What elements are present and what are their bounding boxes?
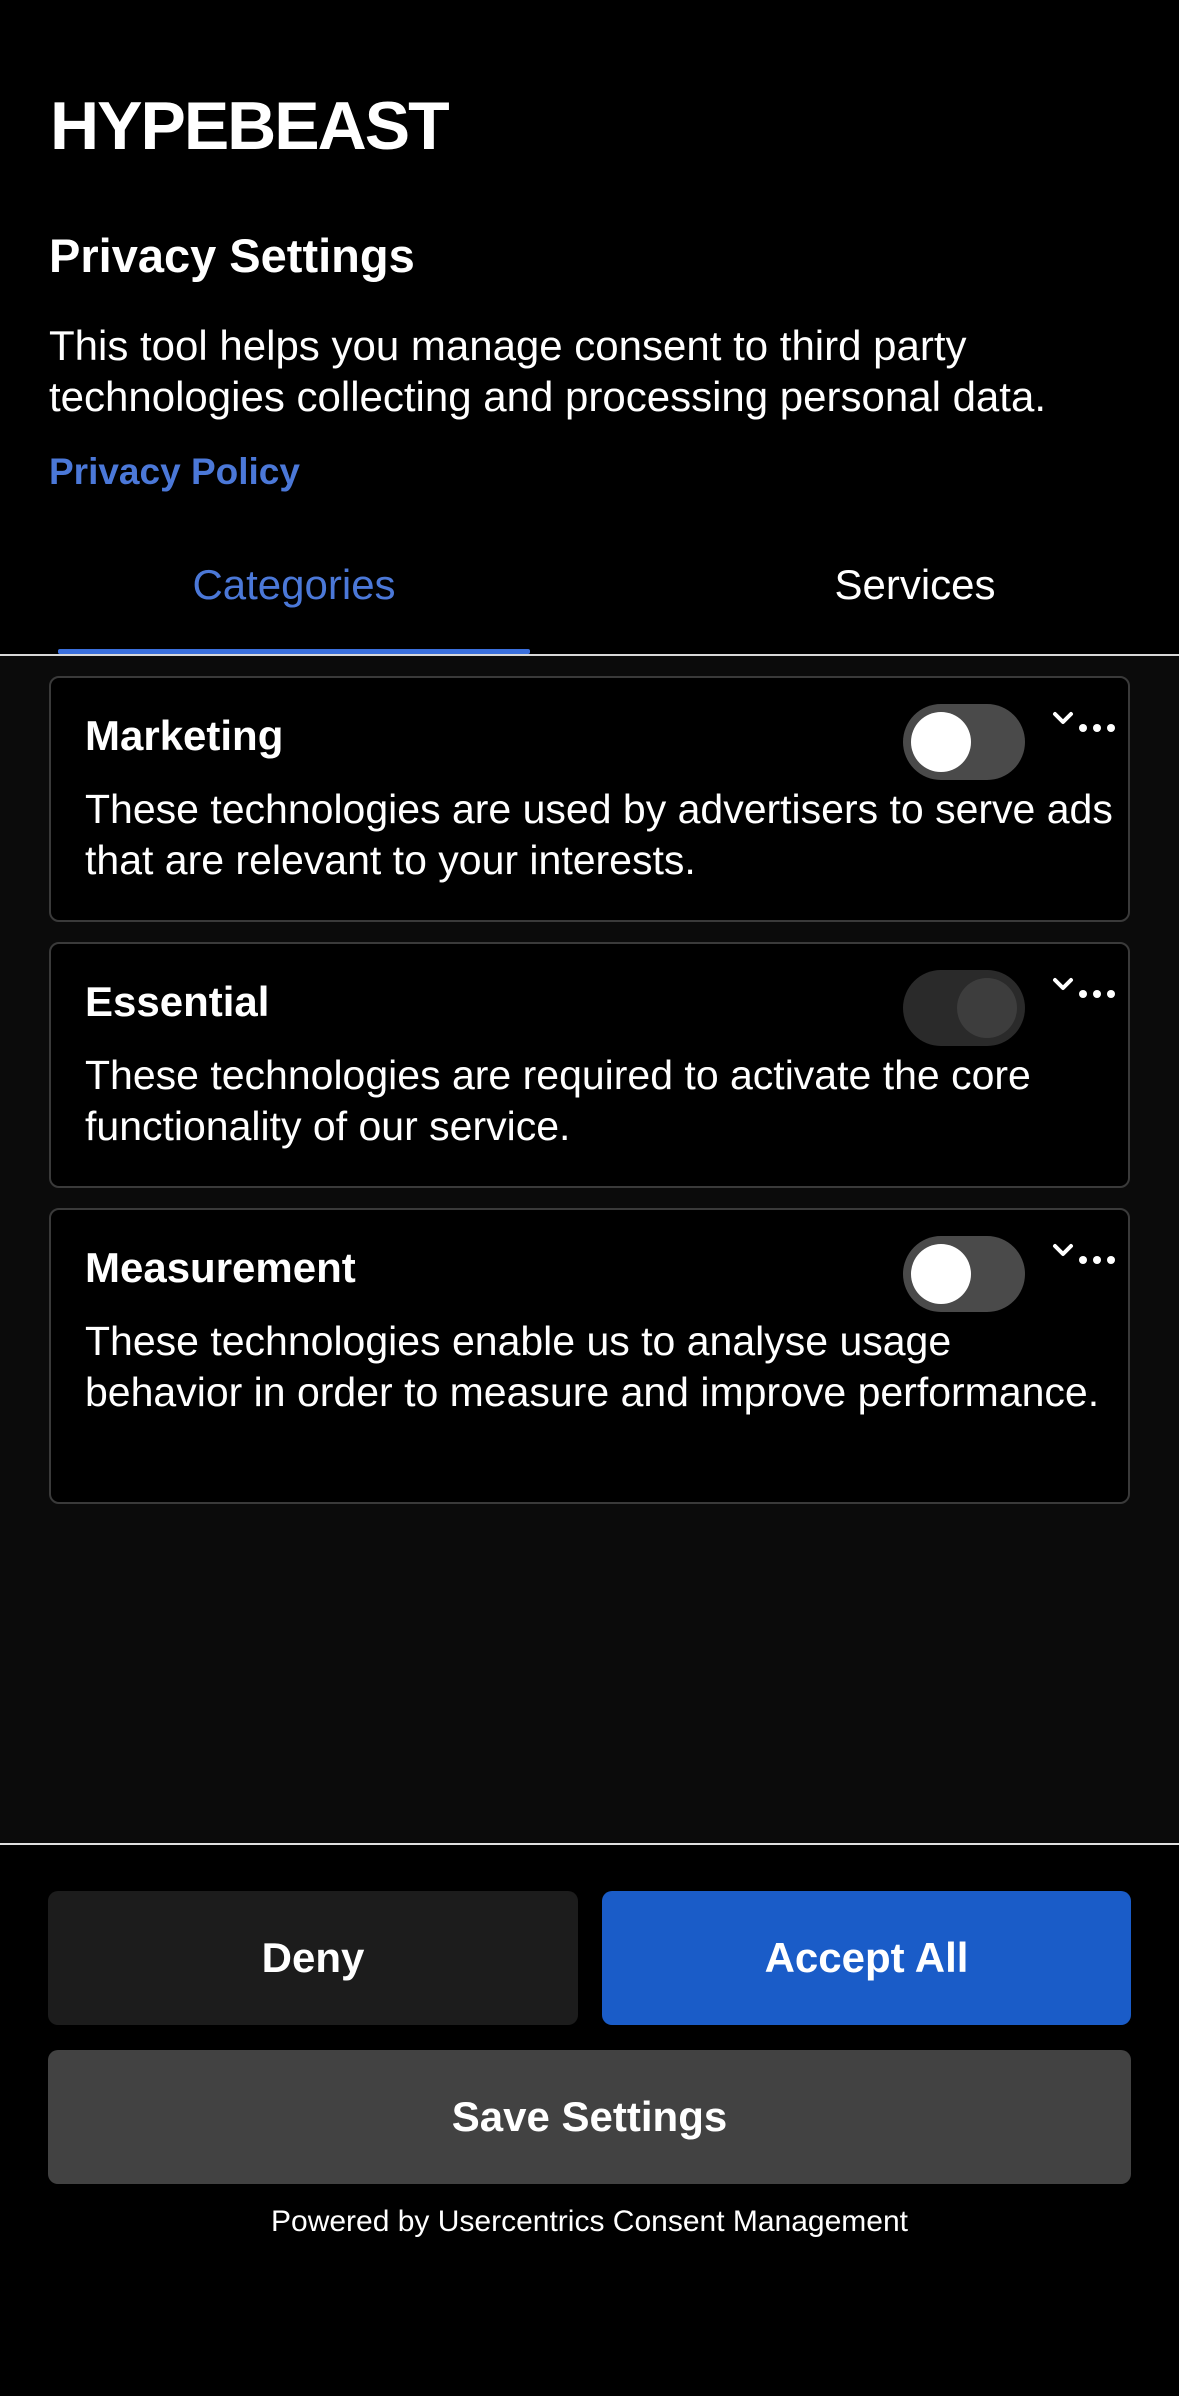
category-card-essential: Essential These technologies are require…	[49, 942, 1130, 1188]
measurement-toggle[interactable]	[903, 1236, 1025, 1312]
privacy-policy-link[interactable]: Privacy Policy	[49, 451, 300, 493]
category-title: Marketing	[85, 712, 284, 759]
chevron-ellipsis-icon	[1053, 1244, 1115, 1264]
category-description: These technologies are required to activ…	[85, 1052, 1031, 1149]
expand-more-button[interactable]	[1049, 698, 1119, 758]
privacy-settings-page: HYPEBEAST Privacy Settings This tool hel…	[0, 0, 1179, 2396]
toggle-knob	[957, 978, 1017, 1038]
marketing-toggle[interactable]	[903, 704, 1025, 780]
essential-toggle	[903, 970, 1025, 1046]
chevron-ellipsis-icon	[1053, 978, 1115, 998]
category-card-marketing: Marketing These technologies are used by…	[49, 676, 1130, 922]
chevron-ellipsis-icon	[1053, 712, 1115, 732]
powered-by-text: Powered by Usercentrics Consent Manageme…	[271, 2205, 908, 2238]
category-title: Essential	[85, 978, 270, 1025]
toggle-knob	[911, 1244, 971, 1304]
categories-list[interactable]: Marketing These technologies are used by…	[0, 656, 1179, 1844]
deny-button[interactable]: Deny	[48, 1891, 578, 2025]
tab-categories[interactable]: Categories	[58, 540, 530, 656]
expand-more-button[interactable]	[1049, 1230, 1119, 1290]
expand-more-button[interactable]	[1049, 964, 1119, 1024]
category-description: These technologies are used by advertise…	[85, 786, 1113, 883]
page-title: Privacy Settings	[49, 229, 415, 282]
footer-divider	[0, 1843, 1179, 1845]
accept-all-button[interactable]: Accept All	[602, 1891, 1131, 2025]
category-title: Measurement	[85, 1244, 356, 1291]
category-description: These technologies enable us to analyse …	[85, 1318, 1100, 1415]
category-card-measurement: Measurement These technologies enable us…	[49, 1208, 1130, 1504]
toggle-knob	[911, 712, 971, 772]
hypebeast-logo: HYPEBEAST	[50, 88, 450, 164]
save-settings-button[interactable]: Save Settings	[48, 2050, 1131, 2184]
page-description: This tool helps you manage consent to th…	[49, 322, 1046, 420]
tab-bar: Categories Services	[0, 540, 1179, 656]
tab-services[interactable]: Services	[679, 540, 1151, 656]
